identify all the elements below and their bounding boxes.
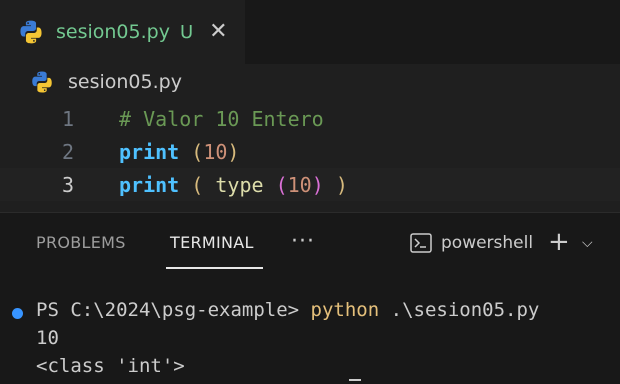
code-paren: ) <box>335 172 348 197</box>
editor-tab-sesion05[interactable]: sesion05.py U ✕ <box>0 0 245 64</box>
code-keyword: print <box>119 139 180 164</box>
tab-terminal[interactable]: TERMINAL <box>170 233 254 252</box>
terminal-output-line: <class 'int'> <box>36 355 185 377</box>
terminal-icon <box>410 233 432 253</box>
code-line[interactable]: 1 # Valor 10 Entero <box>0 102 620 135</box>
breadcrumb[interactable]: sesion05.py <box>30 70 182 94</box>
prompt-text: PS C:\2024\psg-example> <box>36 299 311 321</box>
code-line[interactable]: 2 print (10) <box>0 135 620 168</box>
code-number: 10 <box>287 172 312 197</box>
line-number: 2 <box>61 139 74 164</box>
code-comment: # Valor 10 Entero <box>119 106 324 131</box>
code-function: type <box>215 172 264 197</box>
shell-name: powershell <box>441 233 534 253</box>
code-paren: ( <box>191 172 204 197</box>
python-icon <box>20 20 42 44</box>
breadcrumb-filename: sesion05.py <box>68 71 182 93</box>
code-paren: ) <box>227 139 240 164</box>
terminal-prompt-line: PS C:\2024\psg-example> python .\sesion0… <box>36 299 539 321</box>
code-paren: ) <box>311 172 324 197</box>
active-tab-indicator <box>166 267 263 269</box>
code-keyword: print <box>119 172 180 197</box>
code-editor[interactable]: 1 # Valor 10 Entero 2 print (10) 3 print… <box>0 102 620 202</box>
close-icon[interactable]: ✕ <box>209 21 227 43</box>
code-paren: ( <box>191 139 204 164</box>
line-number: 1 <box>61 106 74 131</box>
code-line-current[interactable]: 3 print ( type (10) ) <box>0 168 620 201</box>
code-number: 10 <box>203 139 228 164</box>
chevron-down-icon[interactable]: ⌵ <box>582 235 593 251</box>
terminal-output-line: 10 <box>36 327 59 349</box>
command-status-dot[interactable] <box>12 308 23 319</box>
bottom-panel: PROBLEMS TERMINAL ··· powershell + ⌵ PS … <box>0 212 620 384</box>
code-paren: ( <box>275 172 288 197</box>
tab-problems[interactable]: PROBLEMS <box>36 233 126 252</box>
terminal-shell-selector[interactable]: powershell <box>410 233 533 253</box>
untracked-badge: U <box>179 21 194 43</box>
tab-filename: sesion05.py <box>56 21 170 43</box>
terminal-cursor <box>349 379 361 381</box>
plus-icon[interactable]: + <box>548 229 570 255</box>
command-name: python <box>310 299 380 321</box>
line-number: 3 <box>61 172 74 197</box>
command-args: .\sesion05.py <box>379 299 540 321</box>
more-icon[interactable]: ··· <box>291 231 315 253</box>
tab-bar: sesion05.py U ✕ <box>0 0 620 64</box>
python-icon <box>32 71 52 93</box>
